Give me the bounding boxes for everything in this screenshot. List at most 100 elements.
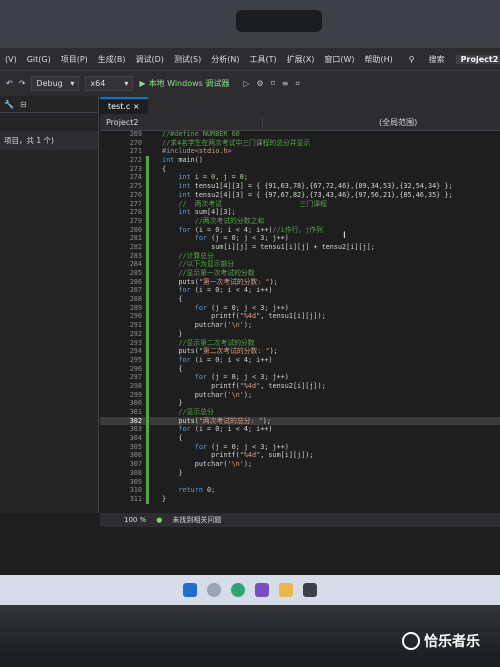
code-line[interactable]: 282 sum[i][j] = tensu1[i][j] + tensu2[i]…	[100, 242, 500, 252]
menu-item-analyze[interactable]: 分析(N)	[206, 54, 244, 65]
file-explorer-icon[interactable]	[279, 583, 293, 597]
edge-icon[interactable]	[231, 583, 245, 597]
code-text: putchar('\n');	[162, 460, 253, 469]
change-marker	[146, 130, 162, 139]
code-line[interactable]: 300 }	[100, 399, 500, 408]
code-line[interactable]: 291 putchar('\n');	[100, 321, 500, 330]
code-editor[interactable]: test.c × Project2 (全局范围) 269 //#define NU…	[100, 96, 500, 513]
menu-item-tools[interactable]: 工具(T)	[245, 54, 282, 65]
comment-icon[interactable]: ⌗	[296, 79, 301, 89]
terminal-icon[interactable]	[303, 583, 317, 597]
code-line[interactable]: 310 return 0;	[100, 486, 500, 495]
change-marker	[146, 338, 162, 348]
undo-icon[interactable]: ↶	[6, 79, 13, 88]
change-marker	[146, 208, 162, 217]
code-line[interactable]: 272 int main()	[100, 156, 500, 165]
scope-dropdown[interactable]: (全局范围)	[373, 117, 423, 128]
code-line[interactable]: 286 puts("第一次考试的分数: ");	[100, 277, 500, 287]
code-line[interactable]: 296 {	[100, 364, 500, 374]
change-marker	[146, 216, 162, 226]
menu-item-debug[interactable]: 调试(D)	[131, 54, 169, 65]
chevron-down-icon: ▾	[124, 79, 129, 88]
windows-start-icon[interactable]	[183, 583, 197, 597]
code-line[interactable]: 297 for (j = 0; j < 3; j++)	[100, 373, 500, 382]
menu-item-extensions[interactable]: 扩展(X)	[282, 54, 320, 65]
code-line[interactable]: 283 //计算总分	[100, 251, 500, 261]
line-number: 272	[129, 156, 142, 165]
code-line[interactable]: 279 //两次考试的分数之和	[100, 216, 500, 226]
code-line[interactable]: 288 {	[100, 295, 500, 304]
code-line[interactable]: 271 #include<stdio.h>	[100, 147, 500, 156]
menu-item-build[interactable]: 生成(B)	[93, 54, 131, 65]
search-box[interactable]: ⚲ 搜索	[398, 54, 456, 65]
menu-item-window[interactable]: 窗口(W)	[319, 54, 359, 65]
menu-item-help[interactable]: 帮助(H)	[360, 54, 398, 65]
code-line[interactable]: 309	[100, 477, 500, 487]
line-number: 297	[129, 373, 142, 382]
chevron-down-icon: ▾	[70, 79, 75, 88]
wrench-icon[interactable]: 🔧	[4, 100, 14, 109]
run-debugger-button[interactable]: ▶ 本地 Windows 调试器	[139, 78, 229, 89]
format-icon[interactable]: ≡	[282, 79, 289, 89]
code-text: int tensu1[4][3] = { {91,63,78},{67,72,4…	[178, 182, 453, 191]
code-line[interactable]: 274 int i = 0, j = 0;	[100, 173, 500, 183]
pin-icon[interactable]: ⊟	[20, 100, 27, 109]
code-line[interactable]: 269 //#define NUMBER 60	[100, 130, 500, 139]
code-text: for (j = 0; j < 3; j++)	[194, 442, 289, 451]
code-line[interactable]: 301 //显示总分	[100, 408, 500, 417]
code-line[interactable]: 281 for (j = 0; j < 3; j++)	[100, 234, 500, 243]
line-number: 296	[129, 364, 142, 373]
code-line[interactable]: 292 }	[100, 329, 500, 339]
settings-icon[interactable]: ⚙	[257, 79, 264, 89]
code-line[interactable]: 285 //显示第一次考试的分数	[100, 269, 500, 278]
solution-item[interactable]: 项目，共 1 个)	[0, 131, 98, 150]
close-icon[interactable]: ×	[133, 102, 140, 111]
code-line[interactable]: 284 //以下为显示部分	[100, 260, 500, 269]
code-area[interactable]: 269 //#define NUMBER 60 270 //求4名学生在两次考试中三门…	[100, 130, 500, 504]
code-line[interactable]: 277 // 两次考试 三门课程	[100, 199, 500, 209]
code-line[interactable]: 287 for (i = 0; i < 4; i++)	[100, 286, 500, 296]
menu-item-git[interactable]: Git(G)	[22, 55, 56, 64]
code-line[interactable]: 302 puts("两次考试的总分: ");	[100, 416, 500, 426]
menu-item-test[interactable]: 测试(S)	[169, 54, 206, 65]
code-line[interactable]: 299 putchar('\n');	[100, 390, 500, 400]
code-line[interactable]: 270 //求4名学生在两次考试中三门课程的总分并显示	[100, 139, 500, 148]
code-line[interactable]: 295 for (i = 0; i < 4; i++)	[100, 355, 500, 365]
code-line[interactable]: 278 int sum[4][3];	[100, 208, 500, 217]
code-line[interactable]: 311}	[100, 494, 500, 504]
line-number: 295	[129, 355, 142, 364]
code-line[interactable]: 305 for (j = 0; j < 3; j++)	[100, 442, 500, 452]
menu-item-view[interactable]: (V)	[0, 55, 22, 64]
visual-studio-icon[interactable]	[255, 583, 269, 597]
run-without-debug-icon[interactable]: ▷	[243, 79, 249, 89]
line-number: 293	[129, 338, 142, 347]
code-line[interactable]: 293 //显示第二次考试的分数	[100, 338, 500, 348]
search-icon[interactable]	[207, 583, 221, 597]
code-text: puts("第一次考试的分数: ");	[162, 277, 278, 286]
code-line[interactable]: 306 printf("%4d", sum[i][j]);	[100, 451, 500, 461]
code-line[interactable]: 308 }	[100, 468, 500, 478]
code-line[interactable]: 289 for (j = 0; j < 3; j++)	[100, 303, 500, 313]
code-line[interactable]: 307 putchar('\n');	[100, 460, 500, 469]
code-line[interactable]: 273 {	[100, 164, 500, 174]
change-marker	[146, 199, 162, 209]
code-text: return 0;	[178, 486, 216, 495]
code-line[interactable]: 303 for (i = 0; i < 4; i++)	[100, 425, 500, 435]
redo-icon[interactable]: ↷	[19, 79, 26, 88]
code-line[interactable]: 304 {	[100, 434, 500, 443]
code-text: putchar('\n');	[162, 321, 253, 330]
menu-item-project[interactable]: 项目(P)	[56, 54, 93, 65]
bookmark-icon[interactable]: ⌑	[271, 79, 275, 89]
code-line[interactable]: 298 printf("%4d", tensu2[i][j]);	[100, 381, 500, 391]
code-line[interactable]: 276 int tensu2[4][3] = { {97,67,82},{73,…	[100, 190, 500, 200]
zoom-level[interactable]: 100 %	[124, 516, 146, 524]
project-dropdown[interactable]: Project2	[100, 117, 263, 127]
platform-select[interactable]: x64 ▾	[85, 76, 134, 91]
code-line[interactable]: 294 puts("第二次考试的分数: ");	[100, 347, 500, 356]
code-line[interactable]: 280 for (i = 0; i < 4; i++)//i作行，j作列	[100, 225, 500, 235]
line-number: 269	[129, 130, 142, 138]
code-line[interactable]: 290 printf("%4d", tensu1[i][j]);	[100, 312, 500, 322]
config-select[interactable]: Debug ▾	[31, 76, 80, 91]
code-line[interactable]: 275 int tensu1[4][3] = { {91,63,78},{67,…	[100, 182, 500, 191]
tab-test-c[interactable]: test.c ×	[100, 97, 148, 114]
